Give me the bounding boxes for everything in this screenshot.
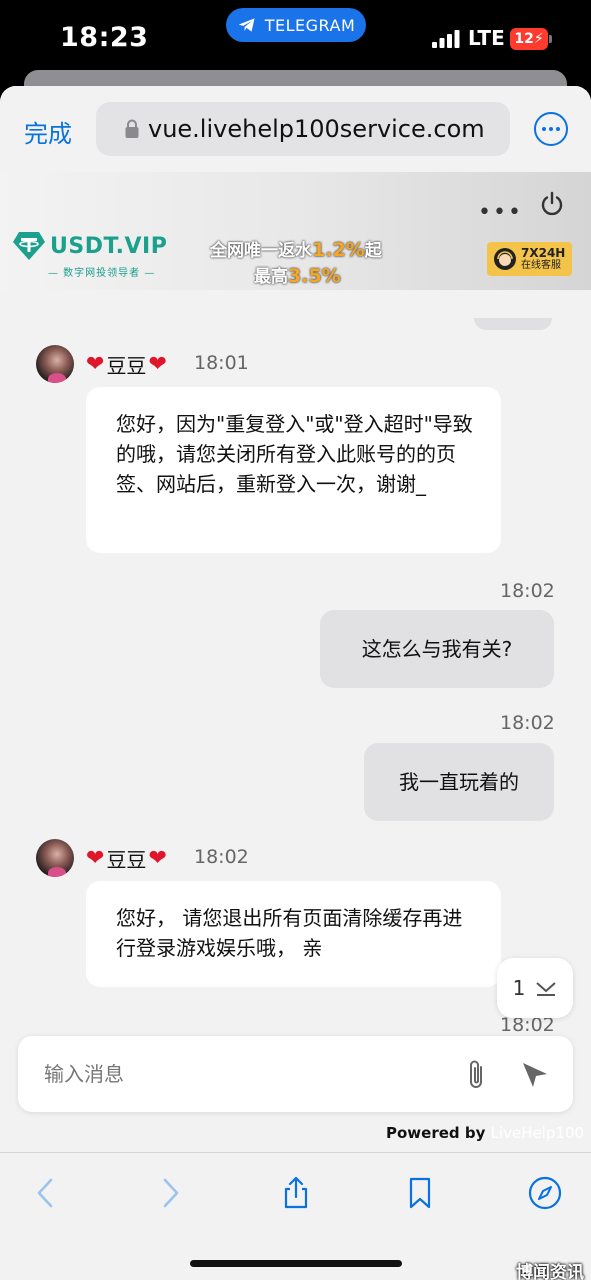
browser-nav-bar: 完成 vue.livehelp100service.com <box>0 86 591 172</box>
brand-logo: USDT.VIP <box>12 230 167 262</box>
bookmarks-button[interactable] <box>400 1173 440 1213</box>
brand-name: USDT.VIP <box>50 233 168 259</box>
telegram-icon <box>238 18 255 32</box>
telegram-return-pill[interactable]: TELEGRAM <box>226 8 366 42</box>
paperclip-icon[interactable] <box>462 1058 490 1092</box>
support-line-1: 7X24H <box>521 245 566 260</box>
unread-count: 1 <box>512 976 526 1000</box>
agent-name: ❤ 豆豆 ❤ <box>86 846 167 872</box>
user-message-bubble: 我一直玩着的 <box>364 743 554 821</box>
message-composer <box>18 1036 573 1112</box>
support-line-2: 在线客服 <box>521 260 561 272</box>
home-indicator <box>190 1260 402 1267</box>
watermark: 博闻资讯 <box>516 1263 584 1280</box>
forward-button[interactable] <box>150 1173 190 1213</box>
powered-by-brand[interactable]: LiveHelp100 <box>491 1124 584 1142</box>
telegram-pill-label: TELEGRAM <box>264 15 356 35</box>
signal-icon <box>432 30 460 48</box>
network-type: LTE <box>468 26 505 50</box>
bookmark-icon <box>409 1177 431 1209</box>
message-time: 18:02 <box>194 846 249 868</box>
heart-icon: ❤ <box>86 846 105 871</box>
status-bar: 18:23 TELEGRAM LTE 12 ⚡ <box>0 0 591 70</box>
status-time: 18:23 <box>60 22 149 53</box>
scroll-to-bottom-button[interactable]: 1 <box>497 958 573 1018</box>
agent-name: ❤ 豆豆 ❤ <box>86 352 167 378</box>
lock-icon <box>125 119 139 138</box>
heart-icon: ❤ <box>148 846 167 871</box>
heart-icon: ❤ <box>86 352 105 377</box>
chevron-down-icon <box>536 982 557 996</box>
send-icon[interactable] <box>520 1060 550 1090</box>
heart-icon: ❤ <box>148 352 167 377</box>
open-in-safari-button[interactable] <box>525 1173 565 1213</box>
done-button[interactable]: 完成 <box>24 114 72 149</box>
promo-line-2-value: 3.5% <box>288 265 341 287</box>
compass-icon <box>528 1176 562 1210</box>
message-time: 18:02 <box>500 712 555 734</box>
chevron-left-icon <box>37 1178 53 1208</box>
agent-message-bubble: 您好，因为"重复登入"或"登入超时"导致的哦，请您关闭所有登入此账号的的页签、网… <box>86 387 501 553</box>
power-icon[interactable] <box>538 190 566 218</box>
site-banner: ••• USDT.VIP — 数字网投领导者 — 全网唯一返水1.2%起 最高3… <box>0 172 591 290</box>
share-button[interactable] <box>276 1173 316 1213</box>
share-icon <box>284 1176 308 1209</box>
headset-icon <box>494 248 516 270</box>
message-time: 18:01 <box>194 352 249 374</box>
promo-line-2-prefix: 最高 <box>254 267 288 287</box>
more-options-icon[interactable] <box>534 112 568 146</box>
agent-avatar[interactable] <box>36 839 74 877</box>
tether-icon <box>13 232 45 260</box>
battery-icon: 12 ⚡ <box>510 28 552 50</box>
promo-line-1-suffix: 起 <box>364 241 382 261</box>
user-message-bubble: 这怎么与我有关? <box>320 610 554 688</box>
powered-by-label: Powered by <box>386 1124 486 1142</box>
support-badge[interactable]: 7X24H 在线客服 <box>487 242 572 276</box>
url-text: vue.livehelp100service.com <box>148 115 485 143</box>
previous-message-bubble <box>474 318 552 330</box>
battery-level: 12 <box>514 31 534 47</box>
brand-tagline: — 数字网投领导者 — <box>48 268 156 279</box>
agent-message-bubble: 您好， 请您退出所有页面清除缓存再进行登录游戏娱乐哦， 亲 <box>86 881 501 987</box>
powered-by: Powered by LiveHelp100 <box>386 1124 584 1142</box>
promo-line-1-value: 1.2% <box>312 239 365 261</box>
promo-line-2: 最高3.5% <box>254 262 341 287</box>
back-button[interactable] <box>26 1173 66 1213</box>
chevron-right-icon <box>163 1178 179 1208</box>
message-input[interactable] <box>44 1058 424 1090</box>
address-bar[interactable]: vue.livehelp100service.com <box>96 102 510 156</box>
promo-line-1: 全网唯一返水1.2%起 <box>210 236 382 261</box>
banner-menu-icon[interactable]: ••• <box>478 200 523 225</box>
message-time: 18:02 <box>500 580 555 602</box>
agent-avatar[interactable] <box>36 345 74 383</box>
promo-line-1-prefix: 全网唯一返水 <box>210 241 312 261</box>
